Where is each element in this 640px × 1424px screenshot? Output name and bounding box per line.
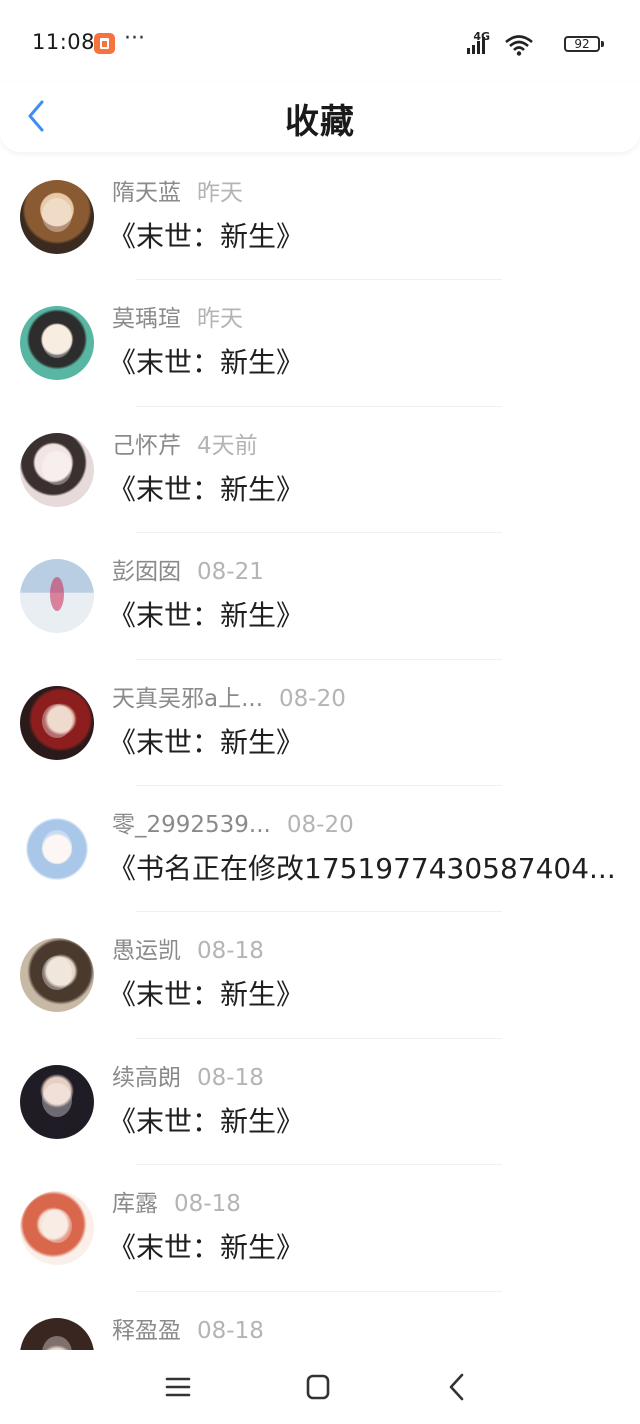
page-title: 收藏 xyxy=(285,102,355,142)
list-item[interactable]: 隋天蓝 昨天 《末世：新生》 xyxy=(0,154,640,281)
list-item[interactable]: 续高朗 08-18 《末世：新生》 xyxy=(0,1039,640,1166)
list-item[interactable]: 库露 08-18 《末世：新生》 xyxy=(0,1165,640,1292)
list-item[interactable]: 己怀芹 4天前 《末世：新生》 xyxy=(0,407,640,534)
timestamp: 08-20 xyxy=(279,685,346,712)
user-name[interactable]: 隋天蓝 xyxy=(112,180,181,206)
header: 收藏 xyxy=(0,82,640,152)
user-name[interactable]: 愚运凯 xyxy=(112,938,181,964)
user-name[interactable]: 彭囡囡 xyxy=(112,559,181,585)
avatar[interactable] xyxy=(20,685,94,760)
avatar[interactable] xyxy=(20,1191,94,1266)
user-name[interactable]: 释盈盈 xyxy=(112,1318,181,1344)
signal-icon xyxy=(467,37,485,54)
status-time: 11:08 xyxy=(32,30,96,54)
list-item[interactable]: 零_2992539... 08-20 《书名正在修改175197743058740… xyxy=(0,786,640,913)
timestamp: 08-21 xyxy=(197,559,264,586)
more-notifications-icon: ··· xyxy=(124,26,145,51)
avatar[interactable] xyxy=(20,938,94,1013)
timestamp: 4天前 xyxy=(197,432,258,459)
list-item[interactable]: 天真吴邪a上... 08-20 《末世：新生》 xyxy=(0,660,640,786)
book-title[interactable]: 《末世：新生》 xyxy=(108,344,624,382)
user-name[interactable]: 己怀芹 xyxy=(112,433,181,459)
avatar[interactable] xyxy=(20,1317,94,1350)
wifi-icon xyxy=(505,35,533,56)
menu-icon[interactable] xyxy=(158,1370,198,1404)
avatar[interactable] xyxy=(20,1064,94,1139)
book-title[interactable]: 《末世：新生》 xyxy=(108,724,624,762)
book-title[interactable]: 《末世：新生》 xyxy=(108,976,624,1014)
status-bar: 11:08 ··· 4G 92 xyxy=(0,0,640,88)
avatar[interactable] xyxy=(20,306,94,381)
book-title[interactable]: 《末世：新生》 xyxy=(108,471,624,509)
app-notification-icon xyxy=(94,33,115,54)
avatar[interactable] xyxy=(20,559,94,634)
book-title[interactable]: 《末世：新生》 xyxy=(108,597,624,635)
book-title[interactable]: 《书名正在修改1751977430587404... xyxy=(108,850,624,888)
list-item[interactable]: 莫瑀瑄 昨天 《末世：新生》 xyxy=(0,280,640,407)
user-name[interactable]: 零_2992539... xyxy=(112,812,271,838)
timestamp: 昨天 xyxy=(197,306,243,333)
user-name[interactable]: 莫瑀瑄 xyxy=(112,306,181,332)
timestamp: 08-18 xyxy=(197,938,264,965)
user-name[interactable]: 续高朗 xyxy=(112,1065,181,1091)
user-name[interactable]: 库露 xyxy=(112,1191,158,1217)
book-title[interactable]: 《末世：新生》 xyxy=(108,1103,624,1141)
book-title[interactable]: 《末世：新生》 xyxy=(108,1229,624,1267)
avatar[interactable] xyxy=(20,180,94,254)
timestamp: 08-18 xyxy=(174,1191,241,1218)
back-icon[interactable] xyxy=(437,1370,477,1404)
battery-icon: 92 xyxy=(564,36,604,52)
book-title[interactable]: 《末世：新生》 xyxy=(108,218,624,256)
timestamp: 08-18 xyxy=(197,1064,264,1091)
list-item[interactable]: 愚运凯 08-18 《末世：新生》 xyxy=(0,912,640,1039)
avatar[interactable] xyxy=(20,432,94,507)
list-item[interactable]: 彭囡囡 08-21 《末世：新生》 xyxy=(0,533,640,660)
user-name[interactable]: 天真吴邪a上... xyxy=(112,686,263,712)
timestamp: 08-20 xyxy=(286,811,354,838)
timestamp: 昨天 xyxy=(197,180,243,206)
list-item[interactable]: 释盈盈 08-18 xyxy=(0,1292,640,1350)
timestamp: 08-18 xyxy=(197,1317,264,1344)
favorites-list[interactable]: 隋天蓝 昨天 《末世：新生》 莫瑀瑄 昨天 《末世：新生》 己怀芹 4天前 《末世：新… xyxy=(0,154,640,1350)
avatar[interactable] xyxy=(20,811,94,886)
system-nav-bar xyxy=(0,1350,640,1424)
home-icon[interactable] xyxy=(298,1370,338,1404)
